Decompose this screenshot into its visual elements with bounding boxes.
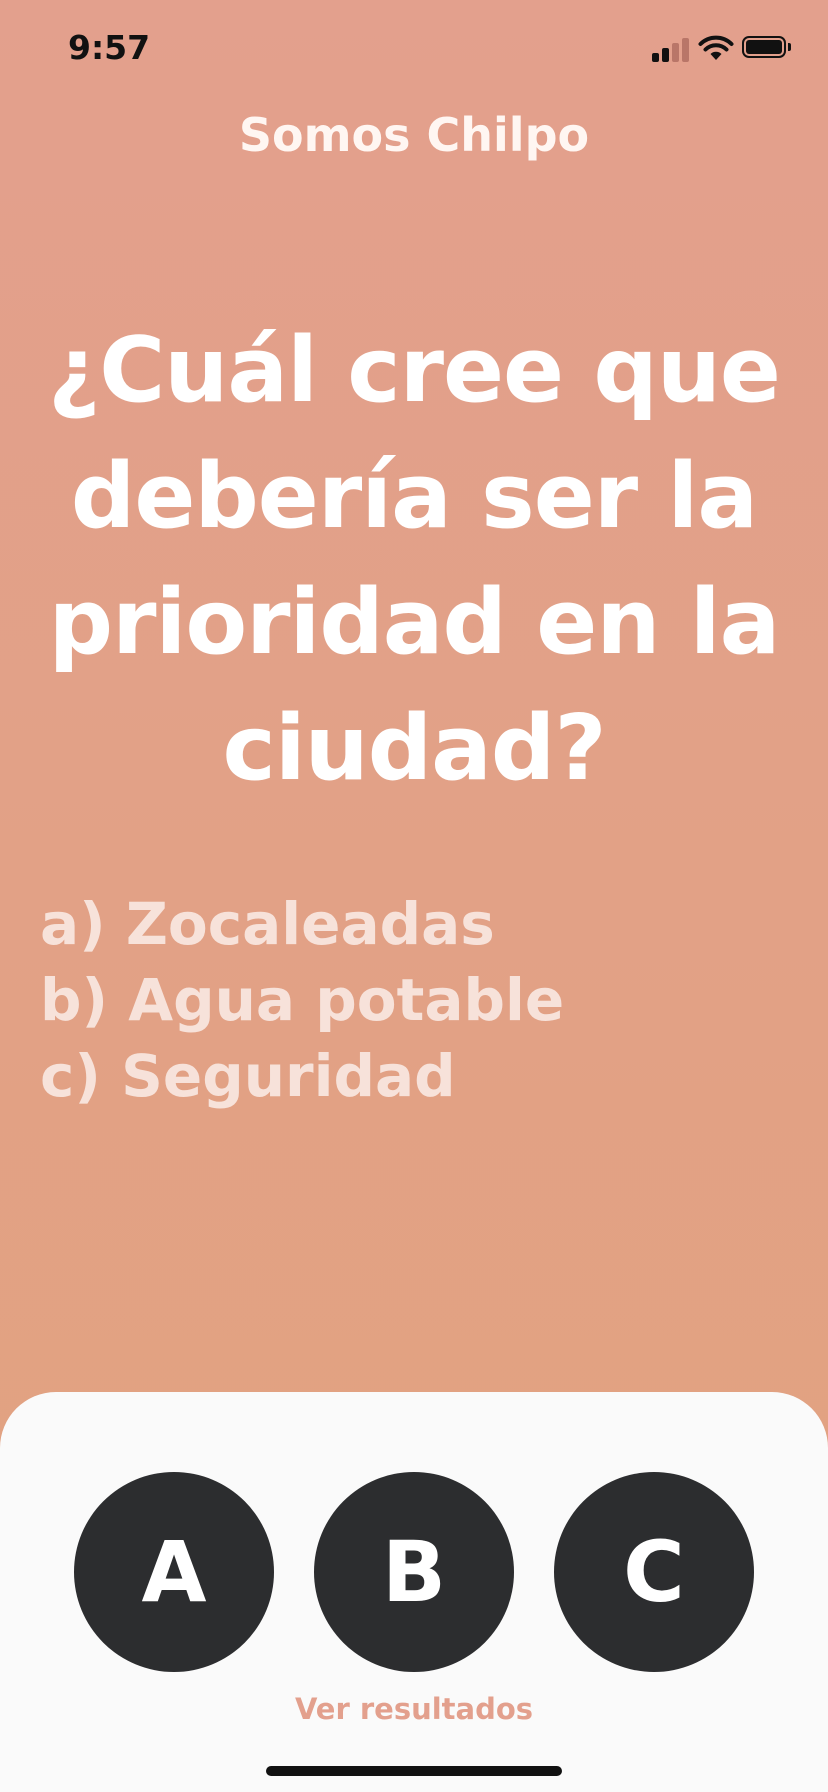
view-results-link[interactable]: Ver resultados xyxy=(0,1692,828,1726)
wifi-icon xyxy=(698,34,734,62)
poll-option-a: a) Zocaleadas xyxy=(40,890,495,958)
poll-screen: 9:57 Somos Chilpo ¿Cuál cree que debería… xyxy=(0,0,828,1792)
answer-b-button[interactable]: B xyxy=(314,1472,514,1672)
battery-icon xyxy=(742,36,791,60)
answer-sheet: A B C Ver resultados xyxy=(0,1392,828,1792)
poll-option-b: b) Agua potable xyxy=(40,966,565,1034)
poll-option-c: c) Seguridad xyxy=(40,1042,456,1110)
poll-question: ¿Cuál cree que debería ser la prioridad … xyxy=(48,318,781,801)
app-title: Somos Chilpo xyxy=(238,108,590,162)
cellular-signal-icon xyxy=(652,38,692,62)
home-indicator[interactable] xyxy=(266,1766,562,1776)
answer-a-button[interactable]: A xyxy=(74,1472,274,1672)
answer-c-button[interactable]: C xyxy=(554,1472,754,1672)
status-bar-time: 9:57 xyxy=(68,28,151,67)
poll-options-list: a) Zocaleadas b) Agua potable c) Segurid… xyxy=(40,886,800,1114)
